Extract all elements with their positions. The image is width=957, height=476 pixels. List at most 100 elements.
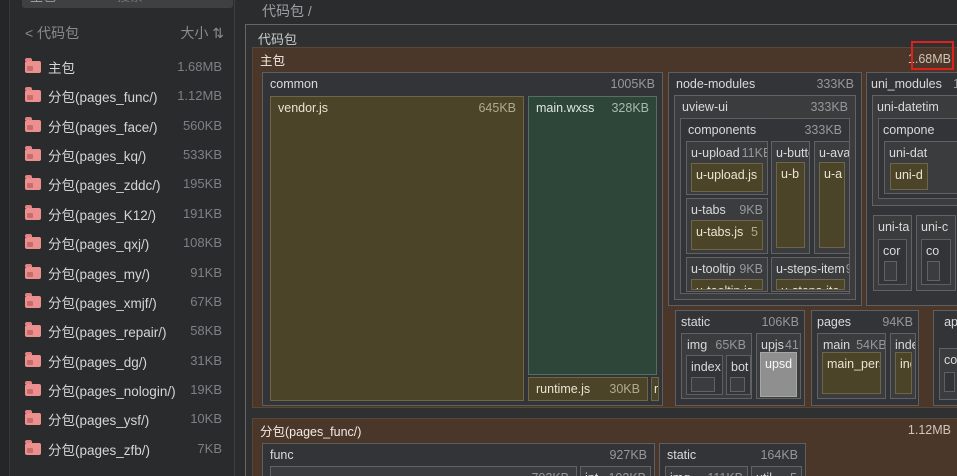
folder-icon bbox=[25, 174, 41, 190]
folder-icon bbox=[25, 204, 41, 220]
node-label: main bbox=[823, 338, 851, 352]
item-label: 分包(pages_face/) bbox=[48, 119, 158, 135]
sidebar-item-pages-zddc[interactable]: 分包(pages_zddc/) 195KB bbox=[12, 169, 233, 198]
node-size: 65KB bbox=[715, 338, 746, 352]
sidebar-left-strip bbox=[0, 0, 10, 476]
folder-icon bbox=[25, 439, 41, 455]
treemap-node-ap-co-inner[interactable] bbox=[944, 372, 955, 392]
folder-icon bbox=[25, 380, 41, 396]
node-label: uni-c bbox=[921, 220, 949, 234]
item-size: 58KB bbox=[190, 323, 222, 338]
breadcrumb-back[interactable]: < 代码包 bbox=[25, 22, 79, 44]
node-label: index bbox=[691, 360, 721, 374]
node-label: img bbox=[670, 471, 690, 476]
node-label: u-a bbox=[824, 167, 843, 181]
node-label: u-upload.js bbox=[696, 168, 758, 182]
treemap-node-img-bot-inner[interactable] bbox=[730, 377, 745, 392]
sidebar-item-pages-repair[interactable]: 分包(pages_repair/) 58KB bbox=[12, 316, 233, 345]
treemap-node-static2-child-1[interactable]: img 111KB bbox=[665, 466, 748, 476]
back-chevron-icon: < bbox=[25, 25, 34, 41]
breadcrumb: 代码包 / bbox=[262, 3, 312, 19]
treemap-node-pages-index-leaf[interactable]: ind bbox=[895, 352, 912, 394]
node-size: 102KB bbox=[608, 471, 646, 476]
treemap-node-img-index-inner[interactable] bbox=[691, 377, 715, 392]
folder-icon bbox=[25, 57, 41, 73]
folder-icon bbox=[25, 292, 41, 308]
sidebar-item-main-pkg[interactable]: 主包 1.68MB bbox=[12, 52, 233, 81]
treemap-node-main-pers[interactable]: main_pers bbox=[822, 352, 881, 394]
folder-icon bbox=[25, 321, 41, 337]
treemap-node-u-tooltip-js[interactable]: u-tooltip.js bbox=[691, 279, 763, 290]
sidebar-item-pages-dg[interactable]: 分包(pages_dg/) 31KB bbox=[12, 346, 233, 375]
sidebar-panel: 主包 搜索 < 代码包 大小 ⇅ 主包 1.68MB 分包(pages_func/… bbox=[0, 0, 235, 476]
node-size: 333KB bbox=[804, 123, 842, 137]
treemap-node-uni-ta-inner[interactable] bbox=[884, 261, 897, 281]
sidebar-item-pages-my[interactable]: 分包(pages_my/) 91KB bbox=[12, 258, 233, 287]
treemap-node-u-upload-js[interactable]: u-upload.js bbox=[691, 163, 763, 192]
search-filter-text: 主包 bbox=[22, 0, 56, 8]
node-label: pages bbox=[817, 315, 852, 329]
item-label: 分包(pages_nologin/) bbox=[48, 383, 176, 399]
node-label: u-upload bbox=[691, 146, 740, 160]
treemap-node-func-child-1[interactable]: 702KB bbox=[270, 466, 577, 476]
node-label: runtime.js bbox=[536, 382, 591, 396]
treemap-node-func-child-2[interactable]: int 102KB bbox=[580, 466, 651, 476]
item-size: 191KB bbox=[182, 206, 222, 221]
node-label: u-tabs bbox=[691, 203, 726, 217]
node-size: 328KB bbox=[611, 101, 649, 115]
node-label: 分包(pages_func/) bbox=[260, 424, 362, 439]
node-label: u-steps-ite bbox=[781, 284, 839, 289]
treemap-node-uni-d-leaf[interactable]: uni-d bbox=[890, 163, 928, 190]
node-size: 30KB bbox=[609, 382, 640, 396]
search-input[interactable]: 主包 搜索 bbox=[22, 0, 233, 8]
treemap-node-u-tabs-js[interactable]: u-tabs.js 5 bbox=[691, 220, 763, 250]
node-label: u-avatar bbox=[819, 146, 849, 160]
search-placeholder: 搜索 bbox=[117, 0, 143, 8]
node-label: uni_modules bbox=[871, 77, 942, 91]
sidebar-item-pages-qxj[interactable]: 分包(pages_qxj/) 108KB bbox=[12, 228, 233, 257]
sidebar-item-pages-ysf[interactable]: 分包(pages_ysf/) 10KB bbox=[12, 404, 233, 433]
treemap-node-uni-c-inner[interactable] bbox=[927, 261, 940, 281]
treemap-node-u-steps-item-js[interactable]: u-steps-ite bbox=[776, 279, 845, 290]
treemap-node-vendor-js[interactable]: vendor.js 645KB bbox=[270, 96, 524, 401]
sidebar-item-pages-zfb[interactable]: 分包(pages_zfb/) 7KB bbox=[12, 434, 233, 463]
treemap-node-u-button-js[interactable]: u-b bbox=[776, 162, 805, 248]
node-label: upsd bbox=[765, 357, 793, 371]
node-size: 106KB bbox=[761, 315, 799, 329]
item-size: 7KB bbox=[197, 441, 222, 456]
sidebar-item-pages-nologin[interactable]: 分包(pages_nologin/) 19KB bbox=[12, 375, 233, 404]
node-label: components bbox=[688, 123, 757, 137]
sidebar-item-pages-xmjf[interactable]: 分包(pages_xmjf/) 67KB bbox=[12, 287, 233, 316]
item-size: 560KB bbox=[182, 118, 222, 133]
item-size: 108KB bbox=[182, 235, 222, 250]
item-size: 31KB bbox=[190, 353, 222, 368]
node-size: 164KB bbox=[760, 448, 798, 462]
back-label: 代码包 bbox=[37, 25, 80, 41]
sidebar-item-pages-face[interactable]: 分包(pages_face/) 560KB bbox=[12, 111, 233, 140]
node-label: uni-dat bbox=[889, 146, 928, 160]
sidebar-item-pages-func[interactable]: 分包(pages_func/) 1.12MB bbox=[12, 81, 233, 110]
item-label: 分包(pages_ysf/) bbox=[48, 412, 150, 428]
node-size: 1 bbox=[953, 77, 957, 91]
treemap-node-runtime-js[interactable]: runtime.js 30KB bbox=[528, 377, 648, 401]
folder-icon bbox=[25, 263, 41, 279]
item-label: 分包(pages_qxj/) bbox=[48, 236, 150, 252]
treemap-node-main-wxss[interactable]: main.wxss 328KB bbox=[528, 96, 657, 375]
item-label: 分包(pages_my/) bbox=[48, 266, 151, 282]
treemap-node-u-avatar-js[interactable]: u-a bbox=[819, 162, 845, 248]
folder-icon bbox=[25, 116, 41, 132]
sort-by-size-control[interactable]: 大小 ⇅ bbox=[150, 22, 224, 44]
node-size: 111KB bbox=[707, 471, 743, 476]
node-label: node-modules bbox=[676, 77, 756, 91]
node-label: compone bbox=[883, 123, 935, 137]
node-size: 333KB bbox=[810, 100, 848, 114]
treemap-node-static2-child-2[interactable]: util 5 bbox=[751, 466, 802, 476]
treemap-node-m-sliver[interactable]: m bbox=[651, 377, 659, 401]
treemap-node-upsd[interactable]: upsd bbox=[760, 352, 797, 397]
item-label: 分包(pages_func/) bbox=[48, 89, 158, 105]
sidebar-item-pages-kq[interactable]: 分包(pages_kq/) 533KB bbox=[12, 140, 233, 169]
sidebar-item-pages-k12[interactable]: 分包(pages_K12/) 191KB bbox=[12, 199, 233, 228]
sort-arrows-icon: ⇅ bbox=[212, 25, 224, 41]
node-size: 5 bbox=[790, 471, 797, 476]
node-label: func bbox=[270, 448, 294, 462]
